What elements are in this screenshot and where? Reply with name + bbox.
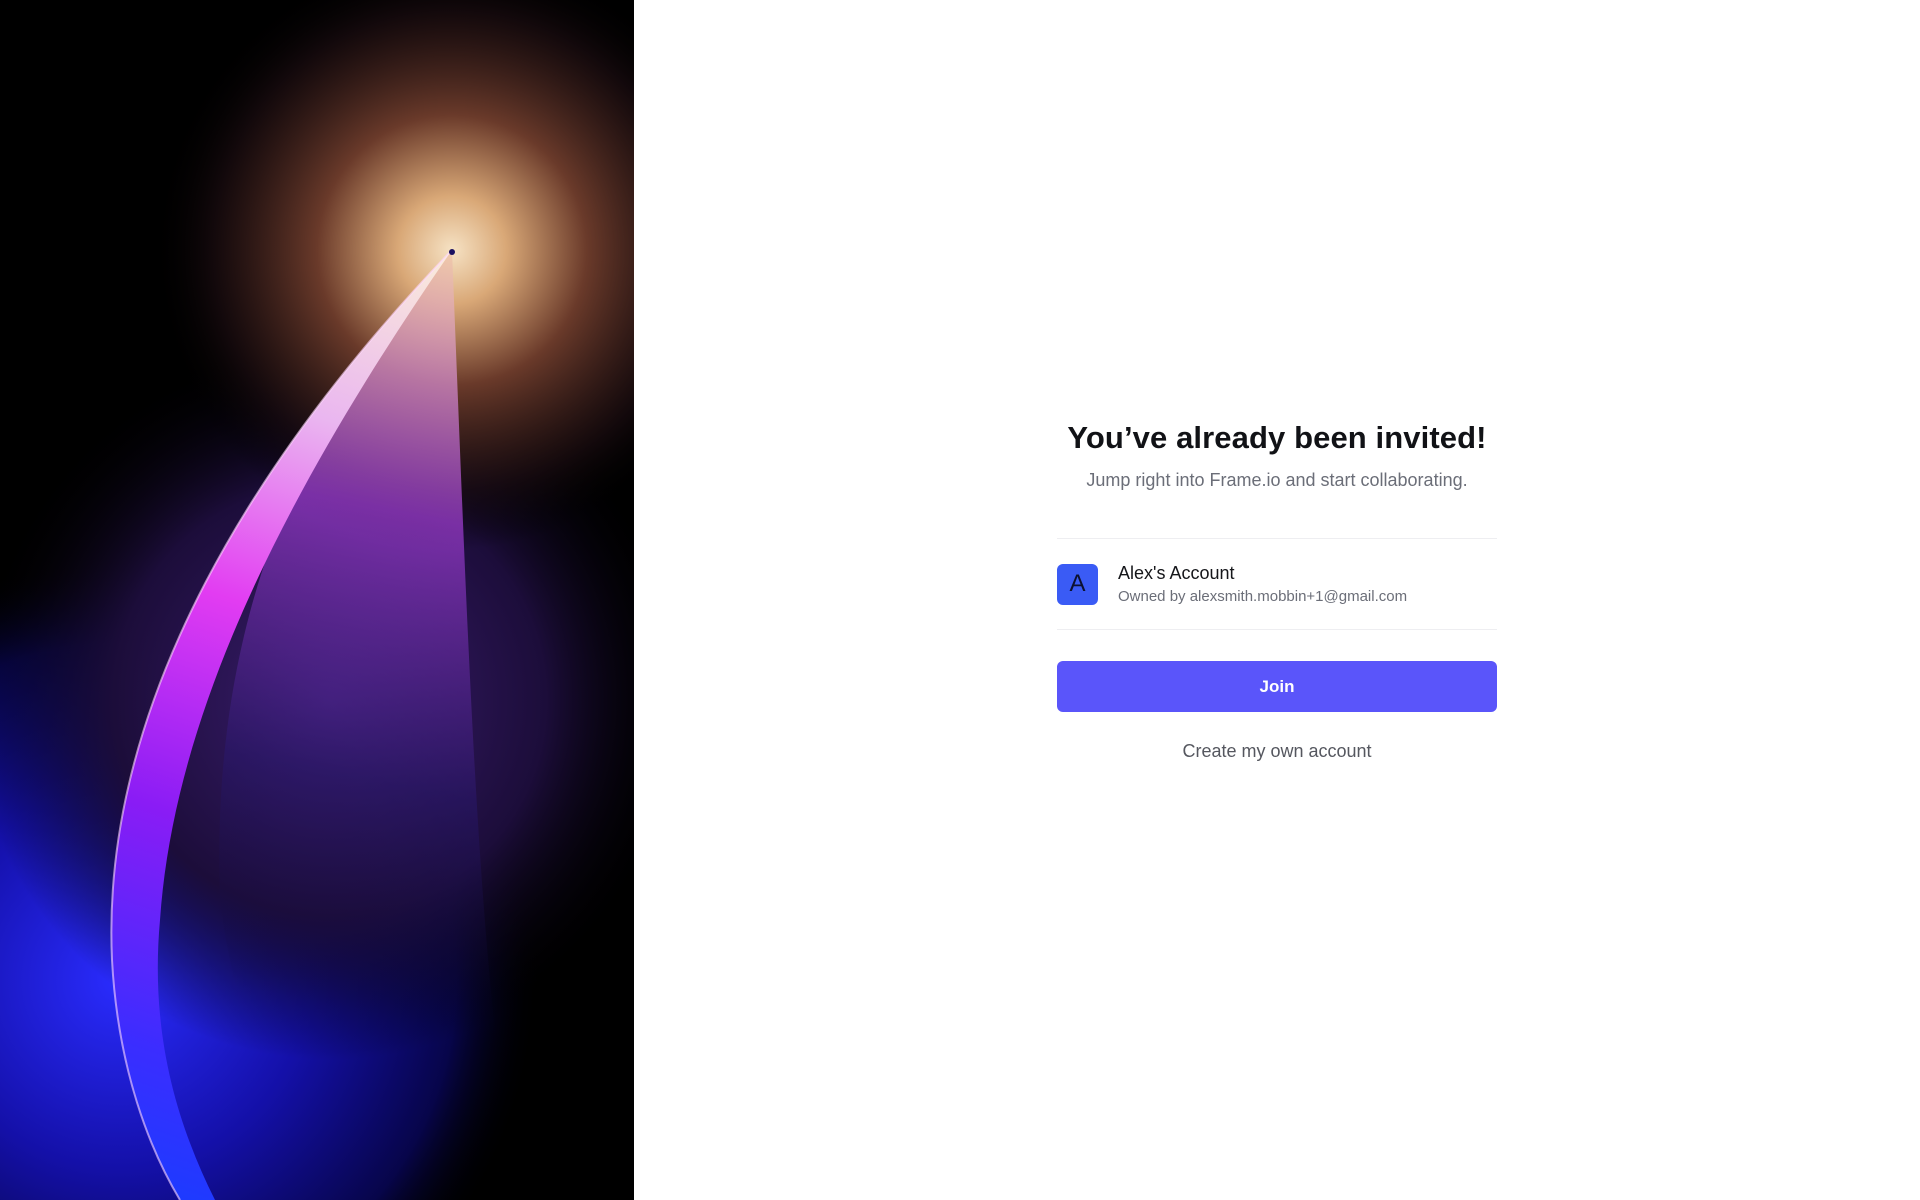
decorative-art-panel [0, 0, 634, 1200]
page-title: You’ve already been invited! [1067, 420, 1487, 455]
account-row: A Alex's Account Owned by alexsmith.mobb… [1057, 538, 1497, 630]
account-name: Alex's Account [1118, 562, 1235, 583]
join-button[interactable]: Join [1057, 661, 1497, 712]
page-subtitle: Jump right into Frame.io and start colla… [1086, 470, 1468, 490]
abstract-light-arc-art [0, 0, 634, 1200]
invite-card: You’ve already been invited! Jump right … [1057, 416, 1497, 762]
account-details: Alex's Account Owned by alexsmith.mobbin… [1118, 561, 1407, 608]
invite-page: You’ve already been invited! Jump right … [0, 0, 1920, 1200]
account-owner: Owned by alexsmith.mobbin+1@gmail.com [1118, 587, 1408, 605]
invite-content: You’ve already been invited! Jump right … [634, 0, 1920, 1200]
account-avatar: A [1057, 563, 1098, 605]
create-own-account-link[interactable]: Create my own account [1057, 741, 1497, 762]
